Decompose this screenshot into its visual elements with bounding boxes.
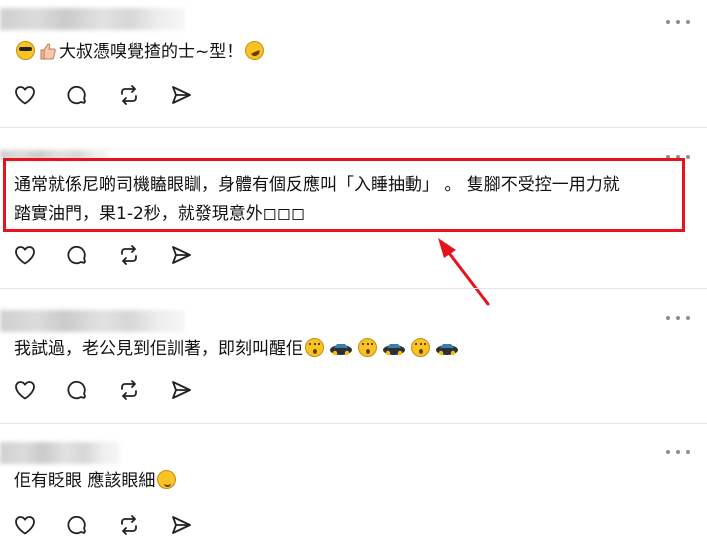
comment-text: 佢有眨眼 應該眼細 [14, 466, 178, 496]
dizzy-face-emoji [358, 338, 377, 357]
comment-text: 我試過，老公見到佢訓著，即刻叫醒佢 [14, 334, 462, 364]
wink-emoji [157, 470, 177, 489]
share-icon[interactable] [168, 512, 194, 538]
repost-icon[interactable] [116, 512, 142, 538]
comment-text-body: 佢有眨眼 應該眼細 [14, 471, 156, 491]
action-bar [12, 512, 220, 538]
car-emoji [330, 344, 352, 356]
action-bar [12, 242, 220, 268]
more-options-icon[interactable] [666, 311, 690, 325]
dizzy-face-emoji [411, 338, 430, 357]
divider [0, 423, 707, 424]
divider [0, 127, 707, 128]
comment-icon[interactable] [64, 377, 90, 403]
divider [0, 288, 707, 289]
more-options-icon[interactable] [666, 445, 690, 459]
more-options-icon[interactable] [666, 15, 690, 29]
sunglasses-emoji [16, 41, 35, 60]
share-icon[interactable] [168, 377, 194, 403]
heart-icon[interactable] [12, 377, 38, 403]
comment-icon[interactable] [64, 512, 90, 538]
dizzy-face-emoji [305, 338, 324, 357]
car-emoji [436, 344, 458, 356]
heart-icon[interactable] [12, 242, 38, 268]
highlight-box [3, 158, 685, 232]
repost-icon[interactable] [116, 82, 142, 108]
blurred-username [0, 8, 185, 30]
action-bar [12, 82, 220, 108]
heart-icon[interactable] [12, 82, 38, 108]
rofl-emoji [242, 37, 268, 64]
car-emoji [383, 344, 405, 356]
blurred-username [0, 310, 185, 332]
comment-icon[interactable] [64, 82, 90, 108]
comment-icon[interactable] [64, 242, 90, 268]
repost-icon[interactable] [116, 242, 142, 268]
thumbs-up-emoji [40, 43, 56, 60]
heart-icon[interactable] [12, 512, 38, 538]
comment-text: 大叔憑嗅覺揸的士~型！ [14, 37, 268, 67]
comment-text-body: 大叔憑嗅覺揸的士~型！ [59, 42, 244, 62]
blurred-username [0, 442, 120, 464]
action-bar [12, 377, 220, 403]
comment-text-body: 我試過，老公見到佢訓著，即刻叫醒佢 [14, 339, 303, 359]
share-icon[interactable] [168, 242, 194, 268]
share-icon[interactable] [168, 82, 194, 108]
repost-icon[interactable] [116, 377, 142, 403]
